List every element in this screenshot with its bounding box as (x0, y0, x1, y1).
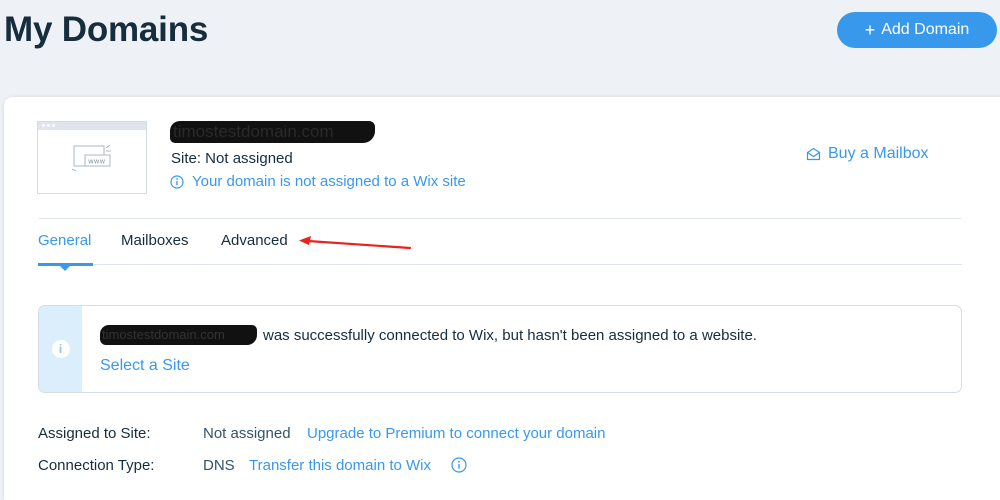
tabs-divider (38, 264, 962, 265)
site-warning[interactable]: Your domain is not assigned to a Wix sit… (170, 173, 466, 190)
annotation-arrow (299, 236, 412, 250)
domain-name-redacted: timostestdomain.com (170, 121, 375, 143)
page-title: My Domains (4, 10, 209, 49)
thumbnail-www: www (88, 158, 105, 166)
thumbnail-browser-bar (38, 122, 146, 130)
assigned-label: Assigned to Site: (38, 425, 151, 442)
site-warning-text: Your domain is not assigned to a Wix sit… (192, 173, 466, 190)
info-icon: i (51, 340, 70, 358)
notice-message: timostestdomain.com was successfully con… (100, 325, 757, 345)
tab-advanced[interactable]: Advanced (221, 232, 288, 249)
assigned-value: Not assigned (203, 425, 291, 442)
add-domain-label: Add Domain (881, 21, 970, 38)
connection-label: Connection Type: (38, 457, 155, 474)
website-icon: www (72, 144, 111, 172)
plus-icon: + (864, 20, 876, 40)
add-domain-button[interactable]: + Add Domain (837, 12, 997, 48)
buy-mailbox-link[interactable]: Buy a Mailbox (806, 145, 929, 163)
select-site-link[interactable]: Select a Site (100, 357, 190, 375)
info-icon (170, 174, 184, 189)
buy-mailbox-label: Buy a Mailbox (828, 145, 929, 162)
site-status: Site: Not assigned (171, 150, 293, 167)
notice-domain-redacted: timostestdomain.com (100, 325, 257, 345)
tab-general[interactable]: General (38, 232, 91, 249)
active-tab-caret (59, 265, 71, 271)
upgrade-premium-link[interactable]: Upgrade to Premium to connect your domai… (307, 425, 605, 442)
domain-thumbnail: www (37, 121, 147, 194)
transfer-domain-link[interactable]: Transfer this domain to Wix (249, 457, 431, 474)
notice-sidebar: i (39, 306, 82, 392)
mail-icon (806, 147, 821, 161)
connection-value: DNS (203, 457, 235, 474)
connection-notice: i timostestdomain.com was successfully c… (38, 305, 962, 393)
tab-mailboxes[interactable]: Mailboxes (121, 232, 189, 249)
divider (38, 218, 962, 219)
notice-message-text: was successfully connected to Wix, but h… (263, 326, 757, 344)
info-icon[interactable] (451, 457, 467, 473)
